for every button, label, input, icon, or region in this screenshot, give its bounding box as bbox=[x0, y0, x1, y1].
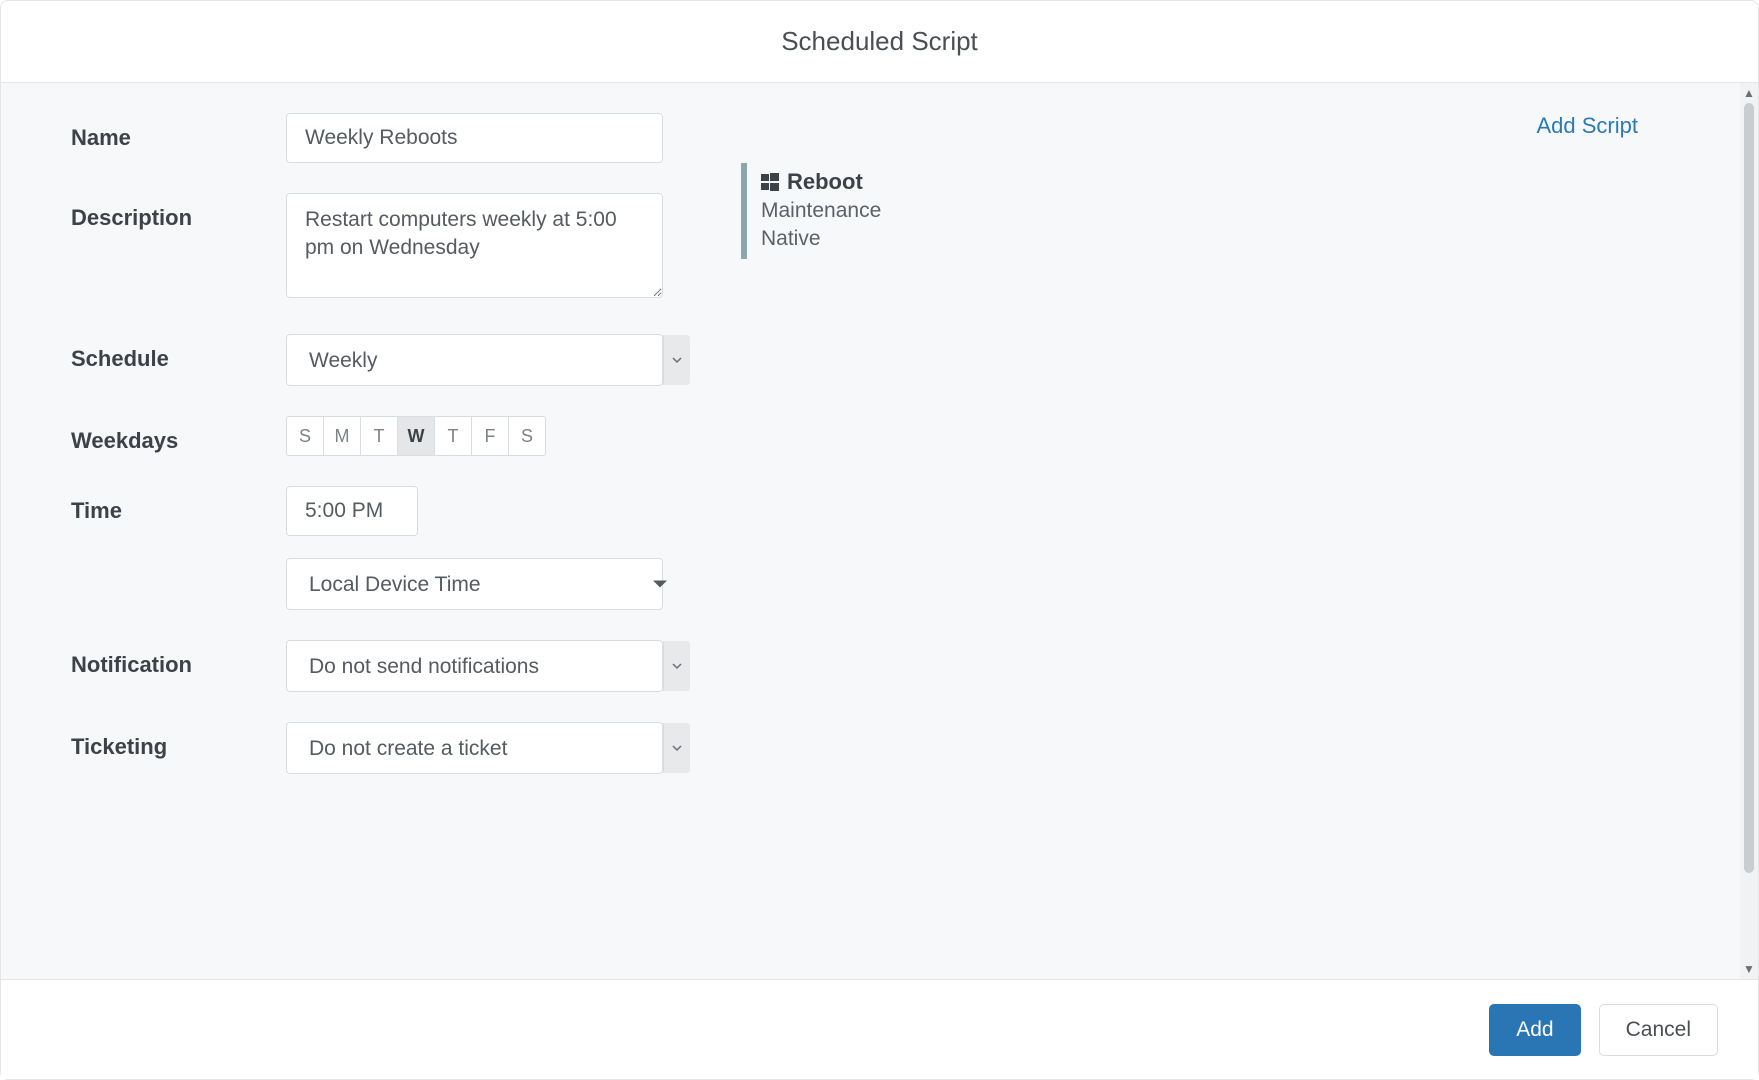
dialog-title-text: Scheduled Script bbox=[781, 26, 978, 57]
weekday-mon[interactable]: M bbox=[323, 416, 361, 456]
weekdays-label: Weekdays bbox=[71, 416, 286, 454]
name-input[interactable] bbox=[286, 113, 663, 163]
script-card-body: Reboot Maintenance Native bbox=[761, 163, 881, 259]
windows-icon bbox=[761, 173, 779, 191]
weekday-fri[interactable]: F bbox=[471, 416, 509, 456]
script-card-title: Reboot bbox=[787, 167, 863, 197]
form-column: Name Description Restart computers weekl… bbox=[71, 113, 691, 949]
ticketing-select-wrap: Do not create a ticket bbox=[286, 722, 691, 774]
content-scroll: Name Description Restart computers weekl… bbox=[1, 83, 1758, 979]
timezone-label-spacer bbox=[71, 558, 286, 570]
cancel-button[interactable]: Cancel bbox=[1599, 1004, 1718, 1056]
add-script-link[interactable]: Add Script bbox=[741, 113, 1698, 139]
vertical-scrollbar[interactable]: ▲ ▼ bbox=[1740, 83, 1758, 979]
chevron-down-icon bbox=[671, 742, 683, 754]
dialog-body: Name Description Restart computers weekl… bbox=[1, 83, 1758, 979]
script-card[interactable]: Reboot Maintenance Native bbox=[741, 163, 1698, 259]
description-input[interactable]: Restart computers weekly at 5:00 pm on W… bbox=[286, 193, 663, 298]
scroll-down-icon[interactable]: ▼ bbox=[1743, 963, 1755, 975]
notification-label: Notification bbox=[71, 640, 286, 678]
notification-select[interactable]: Do not send notifications bbox=[286, 640, 663, 692]
dialog-title: Scheduled Script bbox=[1, 1, 1758, 83]
weekday-wed[interactable]: W bbox=[397, 416, 435, 456]
chevron-down-icon bbox=[671, 354, 683, 366]
timezone-select[interactable]: Local Device Time bbox=[286, 558, 663, 610]
chevron-down-icon bbox=[671, 660, 683, 672]
script-card-type: Native bbox=[761, 225, 881, 253]
weekday-sun[interactable]: S bbox=[286, 416, 324, 456]
scheduled-script-dialog: Scheduled Script Name Description Restar… bbox=[0, 0, 1759, 1080]
dialog-footer: Add Cancel bbox=[1, 979, 1758, 1079]
description-label: Description bbox=[71, 193, 286, 231]
time-label: Time bbox=[71, 486, 286, 524]
notification-select-wrap: Do not send notifications bbox=[286, 640, 691, 692]
schedule-label: Schedule bbox=[71, 334, 286, 372]
weekday-toggle-group: S M T W T F S bbox=[286, 416, 691, 456]
timezone-select-wrap: Local Device Time bbox=[286, 558, 691, 610]
scroll-up-icon[interactable]: ▲ bbox=[1743, 87, 1755, 99]
name-label: Name bbox=[71, 113, 286, 151]
script-card-category: Maintenance bbox=[761, 197, 881, 225]
scripts-column: Add Script Reboot bbox=[691, 113, 1698, 949]
add-button[interactable]: Add bbox=[1489, 1004, 1580, 1056]
weekday-thu[interactable]: T bbox=[434, 416, 472, 456]
time-input[interactable] bbox=[286, 486, 418, 536]
weekday-sat[interactable]: S bbox=[508, 416, 546, 456]
schedule-select-wrap: Weekly bbox=[286, 334, 691, 386]
ticketing-select[interactable]: Do not create a ticket bbox=[286, 722, 663, 774]
weekday-tue[interactable]: T bbox=[360, 416, 398, 456]
scrollbar-thumb[interactable] bbox=[1744, 103, 1754, 873]
schedule-select[interactable]: Weekly bbox=[286, 334, 663, 386]
ticketing-label: Ticketing bbox=[71, 722, 286, 760]
script-accent-bar bbox=[741, 163, 747, 259]
